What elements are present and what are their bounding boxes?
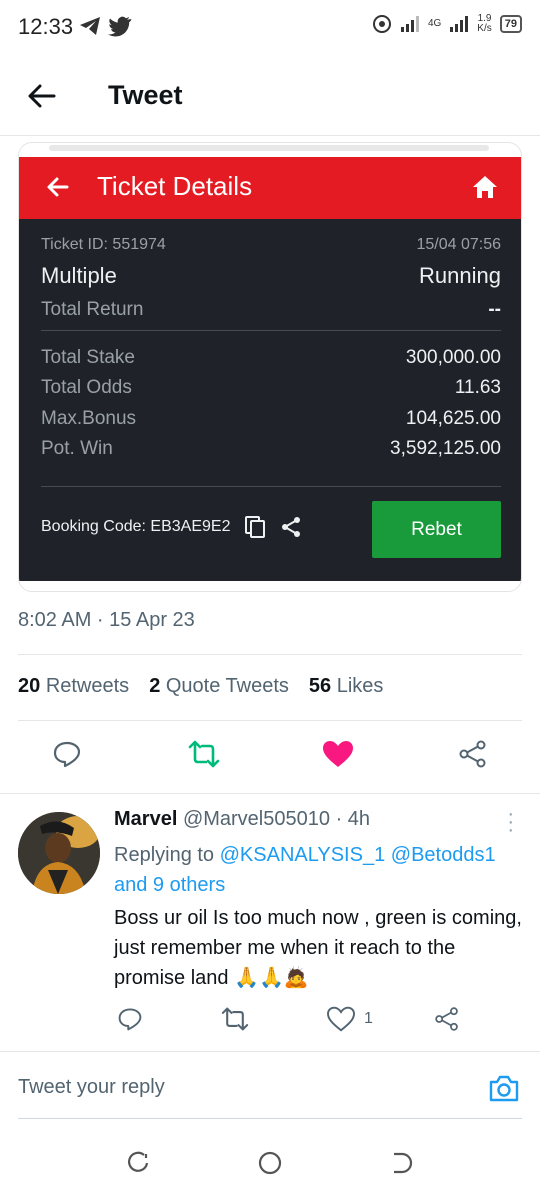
status-bar: 12:33 4G 1.9 K/s 79 bbox=[0, 0, 540, 56]
like-heart-icon[interactable] bbox=[322, 739, 354, 769]
home-button-icon[interactable] bbox=[257, 1150, 283, 1176]
reply-text: Boss ur oil Is too much now , green is c… bbox=[114, 907, 522, 989]
reply-like-count: 1 bbox=[364, 1010, 373, 1027]
app-header: Tweet bbox=[0, 56, 540, 136]
retweets-stat[interactable]: 20 Retweets bbox=[18, 675, 129, 698]
total-odds-label: Total Odds bbox=[41, 377, 132, 398]
reply-actions bbox=[0, 1004, 540, 1038]
ticket-row: Total Stake 300,000.00 bbox=[41, 347, 501, 369]
tweet-actions bbox=[0, 735, 540, 781]
ticket-divider bbox=[41, 330, 501, 331]
tweet-media-image[interactable]: Ticket Details Ticket ID: 551974 15/04 0… bbox=[18, 142, 522, 592]
retweet-icon[interactable] bbox=[188, 739, 220, 769]
telegram-icon bbox=[80, 17, 100, 35]
likes-stat[interactable]: 56 Likes bbox=[309, 675, 384, 698]
mention-link[interactable]: @Betodds1 bbox=[391, 844, 496, 866]
total-return-row: Total Return -- bbox=[41, 299, 501, 321]
total-stake-label: Total Stake bbox=[41, 347, 135, 368]
reply-author-name[interactable]: Marvel bbox=[114, 808, 177, 830]
reply-icon[interactable] bbox=[117, 1006, 143, 1032]
total-odds-value: 11.63 bbox=[454, 377, 501, 398]
total-return-value: -- bbox=[488, 299, 501, 320]
camera-icon[interactable] bbox=[488, 1073, 520, 1103]
avatar-image bbox=[18, 812, 100, 894]
signal-icon-2 bbox=[450, 16, 469, 32]
signal-icon bbox=[400, 16, 419, 32]
reply-header: Marvel @Marvel505010 · 4h bbox=[114, 808, 370, 831]
total-stake-value: 300,000.00 bbox=[405, 347, 501, 368]
page-title: Tweet bbox=[108, 80, 183, 110]
ticket-body: Ticket ID: 551974 15/04 07:56 Multiple R… bbox=[19, 219, 521, 581]
image-top-edge bbox=[49, 145, 489, 151]
ticket-id: Ticket ID: 551974 bbox=[41, 236, 166, 253]
reply-icon[interactable] bbox=[52, 739, 82, 769]
back-button-icon[interactable] bbox=[388, 1150, 414, 1176]
divider bbox=[18, 1118, 522, 1119]
others-link[interactable]: and 9 others bbox=[114, 874, 225, 896]
tweet-timestamp: 8:02 AM · 15 Apr 23 bbox=[18, 609, 195, 631]
twitter-bird-icon bbox=[108, 16, 132, 37]
ticket-divider bbox=[41, 486, 501, 487]
recent-apps-icon[interactable] bbox=[126, 1150, 152, 1176]
ticket-back-arrow-icon bbox=[47, 177, 69, 197]
mention-link[interactable]: @KSANALYSIS_1 bbox=[220, 844, 386, 866]
copy-icon bbox=[245, 516, 266, 538]
ticket-date: 15/04 07:56 bbox=[416, 236, 501, 253]
status-time: 12:33 bbox=[18, 14, 74, 39]
divider bbox=[0, 793, 540, 794]
rebet-button: Rebet bbox=[372, 501, 501, 558]
tweet-stats: 20 Retweets 2 Quote Tweets 56 Likes bbox=[18, 675, 383, 698]
max-bonus-value: 104,625.00 bbox=[405, 408, 501, 429]
battery-indicator: 79 bbox=[499, 15, 522, 33]
network-speed: 1.9 K/s bbox=[477, 13, 492, 34]
replying-to: Replying to @KSANALYSIS_1 @Betodds1 and … bbox=[114, 840, 524, 900]
ticket-row: Max.Bonus 104,625.00 bbox=[41, 408, 501, 430]
system-icons: 4G 1.9 K/s 79 bbox=[372, 14, 522, 34]
ticket-type: Multiple bbox=[41, 263, 117, 288]
system-nav-bar bbox=[0, 1130, 540, 1200]
pot-win-value: 3,592,125.00 bbox=[390, 438, 501, 459]
share-icon bbox=[282, 517, 301, 537]
quote-tweets-stat[interactable]: 2 Quote Tweets bbox=[149, 675, 289, 698]
retweet-icon[interactable] bbox=[221, 1006, 249, 1032]
share-icon[interactable] bbox=[434, 1006, 460, 1032]
network-type: 4G bbox=[427, 18, 442, 29]
more-options-icon[interactable]: · · · bbox=[507, 804, 514, 840]
ticket-header: Ticket Details bbox=[19, 157, 521, 219]
share-icon[interactable] bbox=[458, 739, 488, 769]
home-icon bbox=[473, 176, 497, 198]
divider bbox=[18, 654, 522, 655]
ticket-id-row: Ticket ID: 551974 15/04 07:56 bbox=[41, 236, 501, 254]
ticket-row: Pot. Win 3,592,125.00 bbox=[41, 438, 501, 460]
booking-code: Booking Code: EB3AE9E2 bbox=[41, 518, 231, 535]
total-return-label: Total Return bbox=[41, 299, 144, 320]
max-bonus-label: Max.Bonus bbox=[41, 408, 137, 429]
divider bbox=[18, 720, 522, 721]
like-heart-icon[interactable] bbox=[327, 1006, 355, 1032]
reply-time: · 4h bbox=[335, 808, 371, 830]
pot-win-label: Pot. Win bbox=[41, 438, 113, 459]
back-arrow-icon[interactable] bbox=[24, 78, 60, 114]
booking-code-row: Booking Code: EB3AE9E2 bbox=[41, 515, 302, 539]
notification-icons bbox=[78, 15, 132, 37]
reply-input[interactable]: Tweet your reply bbox=[18, 1076, 165, 1099]
hotspot-icon bbox=[372, 15, 391, 33]
replying-to-label: Replying to bbox=[114, 844, 215, 866]
ticket-type-row: Multiple Running bbox=[41, 263, 501, 289]
divider bbox=[0, 1051, 540, 1052]
ticket-status: Running bbox=[419, 263, 501, 288]
ticket-row: Total Odds 11.63 bbox=[41, 377, 501, 399]
avatar[interactable] bbox=[18, 812, 100, 894]
ticket-title: Ticket Details bbox=[97, 171, 253, 201]
reply-author-handle: @Marvel505010 bbox=[182, 808, 330, 830]
